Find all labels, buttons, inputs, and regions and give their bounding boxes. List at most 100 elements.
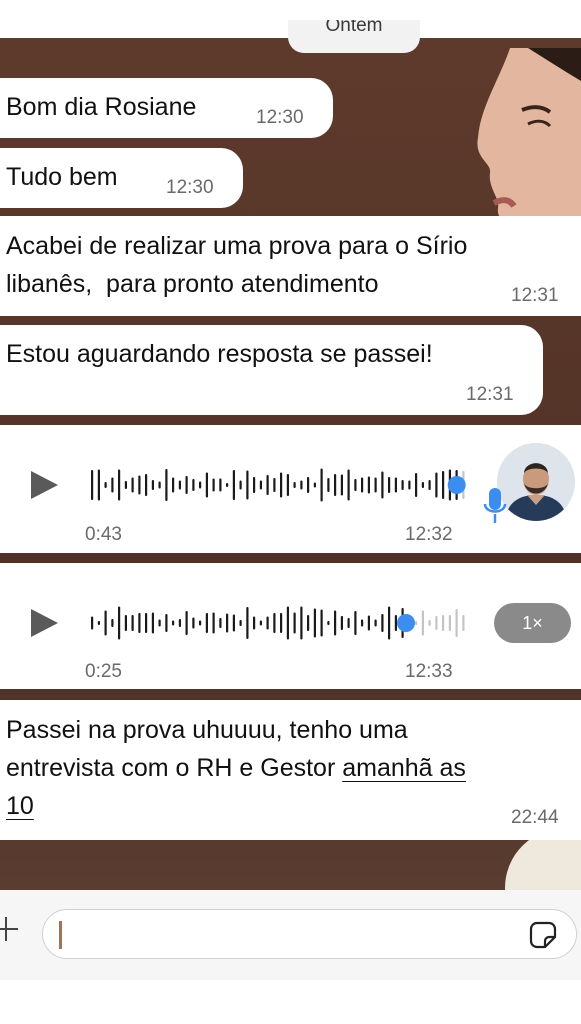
playback-speed-label: 1×: [522, 613, 543, 633]
avatar-photo: [497, 443, 575, 521]
waveform-bar: [415, 473, 418, 497]
waveform-bar: [394, 477, 397, 493]
waveform-bar: [192, 617, 195, 629]
waveform-bar: [219, 478, 222, 492]
waveform-bar: [192, 479, 195, 491]
waveform-bar: [435, 616, 438, 630]
plus-icon[interactable]: [0, 917, 18, 941]
date-link[interactable]: amanhã as: [342, 754, 466, 782]
playhead-dot[interactable]: [397, 614, 415, 632]
waveform-bar: [280, 472, 283, 498]
waveform-bar: [320, 468, 323, 502]
waveform-bar: [334, 610, 337, 636]
waveform-bar: [455, 609, 458, 637]
waveform-bar: [165, 614, 168, 632]
waveform-bar: [246, 470, 249, 500]
waveform-bar: [158, 619, 161, 627]
waveform-bar: [327, 478, 330, 492]
waveform-bar: [313, 482, 316, 488]
waveform-bar: [421, 610, 424, 636]
waveform-bar: [286, 606, 289, 640]
waveform-bar: [205, 472, 208, 498]
message-bubble[interactable]: Estou aguardando resposta se passei! 12:…: [0, 325, 543, 415]
message-text-line: libanês, para pronto atendimento: [6, 270, 379, 298]
date-link[interactable]: 10: [6, 788, 34, 824]
text-caret: [59, 921, 62, 949]
waveform-bar: [199, 481, 202, 489]
waveform-bar: [367, 615, 370, 631]
waveform-bar: [97, 469, 100, 501]
waveform-bar: [280, 613, 283, 633]
waveform-bar: [97, 621, 100, 625]
waveform-bar: [428, 480, 431, 490]
waveform-bar: [145, 613, 148, 633]
waveform-bar: [381, 471, 384, 499]
waveform-bar: [205, 613, 208, 633]
waveform-bar: [381, 614, 384, 632]
waveform-bar: [226, 613, 229, 633]
waveform-bar: [361, 619, 364, 627]
waveform-bar: [172, 620, 175, 626]
waveform-bar: [104, 482, 107, 488]
waveform-bar: [442, 615, 445, 631]
waveform-bar: [232, 614, 235, 632]
waveform-bar: [246, 607, 249, 639]
waveform-bar: [448, 615, 451, 631]
waveform-bar: [138, 475, 141, 495]
waveform-bar: [172, 477, 175, 493]
message-text-line: Acabei de realizar uma prova para o Síri…: [6, 232, 468, 260]
waveform-bar: [185, 611, 188, 635]
waveform-bar: [435, 472, 438, 498]
message-time: 12:30: [256, 107, 304, 128]
waveform-bar: [415, 621, 418, 625]
sticker-icon[interactable]: [529, 921, 557, 949]
message-bubble[interactable]: Bom dia Rosiane 12:30: [0, 78, 333, 138]
playhead-dot[interactable]: [447, 476, 466, 494]
waveform-bar: [232, 470, 235, 500]
play-icon[interactable]: [28, 469, 60, 501]
waveform-bar: [178, 619, 181, 627]
audio-waveform[interactable]: [90, 467, 470, 503]
waveform-bar: [374, 477, 377, 493]
waveform-bar: [239, 620, 242, 626]
audio-duration: 0:43: [85, 524, 122, 545]
message-bubble[interactable]: Tudo bem 12:30: [0, 148, 243, 208]
waveform-bar: [388, 477, 391, 493]
waveform-bar: [226, 483, 229, 487]
waveform-bar: [259, 480, 262, 490]
waveform-bar: [151, 612, 154, 634]
waveform-bar: [212, 612, 215, 634]
play-icon[interactable]: [28, 607, 60, 639]
message-bubble[interactable]: Passei na prova uhuuuu, tenho uma entrev…: [0, 700, 581, 840]
waveform-bar: [111, 619, 114, 627]
audio-message[interactable]: 0:43 12:32: [0, 425, 581, 553]
message-bubble[interactable]: Acabei de realizar uma prova para o Síri…: [0, 216, 581, 316]
waveform-bar: [178, 480, 181, 490]
waveform-bar: [307, 477, 310, 493]
waveform-bar: [266, 475, 269, 495]
waveform-bar: [394, 615, 397, 631]
playback-speed-button[interactable]: 1×: [494, 603, 571, 643]
waveform-bar: [327, 621, 330, 625]
message-time: 12:30: [166, 177, 214, 198]
waveform-bar: [462, 615, 465, 631]
audio-message[interactable]: 1× 0:25 12:33: [0, 563, 581, 689]
waveform-bar: [273, 613, 276, 633]
message-text: Estou aguardando resposta se passei!: [6, 340, 433, 368]
waveform-bar: [253, 477, 256, 493]
waveform-bar: [388, 606, 391, 640]
message-input[interactable]: [42, 909, 577, 959]
waveform-bar: [91, 470, 94, 500]
message-text: Tudo bem: [6, 163, 118, 191]
waveform-bar: [408, 480, 411, 490]
audio-waveform[interactable]: [90, 605, 470, 641]
message-time: 12:31: [466, 384, 514, 405]
sender-avatar[interactable]: [497, 443, 575, 521]
audio-duration: 0:25: [85, 661, 122, 682]
waveform-bar: [367, 476, 370, 494]
waveform-bar: [165, 469, 168, 501]
waveform-bar: [131, 477, 134, 493]
waveform-bar: [273, 478, 276, 492]
waveform-bar: [340, 616, 343, 630]
date-separator: Ontem: [288, 20, 420, 53]
